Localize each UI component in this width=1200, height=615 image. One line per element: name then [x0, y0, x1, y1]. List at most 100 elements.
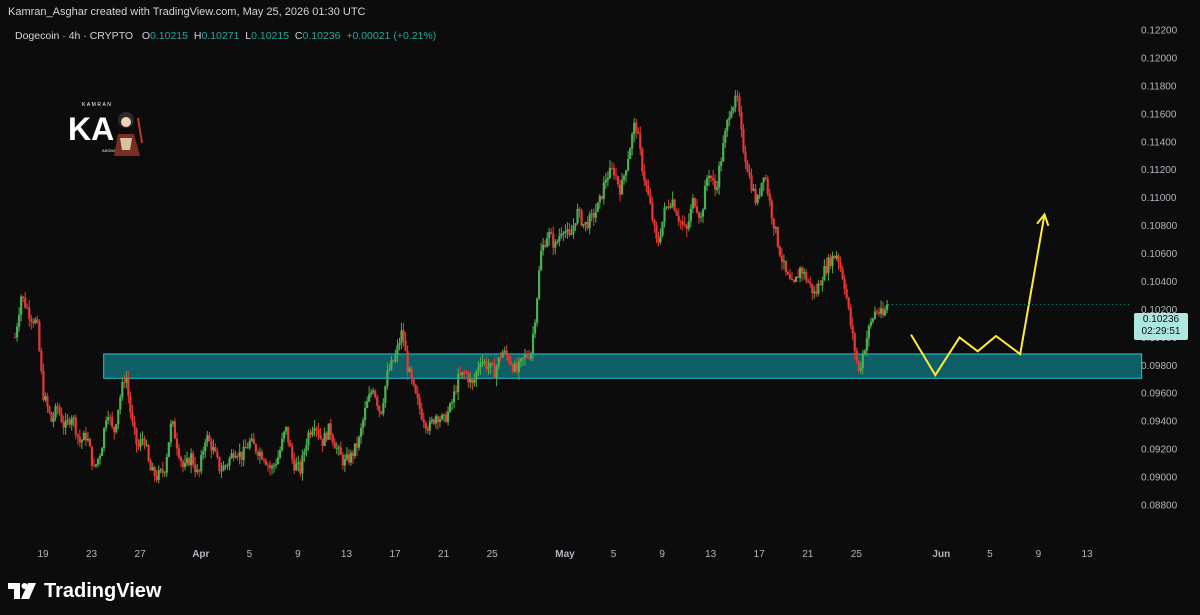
candle-body: [738, 96, 741, 112]
candle-body: [210, 440, 213, 451]
candle-body: [655, 225, 658, 239]
candle-body: [620, 179, 624, 195]
candle-body: [685, 225, 688, 229]
candle-body: [309, 432, 312, 435]
candle-body: [254, 444, 257, 452]
candle-body: [616, 176, 620, 185]
x-tick-label: 5: [247, 549, 253, 560]
y-tick-label: 0.09000: [1141, 473, 1178, 484]
candle-body: [167, 442, 170, 457]
candle-body: [578, 208, 581, 211]
candle-body: [24, 297, 27, 308]
candle-body: [117, 409, 120, 425]
candle-body: [538, 270, 541, 299]
candle-body: [325, 432, 328, 440]
candle-body: [121, 382, 124, 398]
candle-body: [841, 268, 844, 279]
candle-body: [287, 426, 290, 443]
candle-body: [792, 280, 796, 282]
candle-body: [262, 459, 266, 461]
candle-body: [32, 321, 35, 324]
x-tick-label: 27: [135, 549, 147, 560]
y-tick-label: 0.09400: [1141, 417, 1178, 428]
candle-body: [319, 434, 322, 439]
candle-body: [590, 213, 593, 215]
candle-body: [200, 454, 203, 472]
candle-body: [96, 458, 100, 465]
candle-body: [728, 117, 731, 121]
y-tick-label: 0.11200: [1141, 165, 1177, 176]
candle-body: [242, 446, 245, 460]
candle-body: [159, 469, 162, 471]
price-chart[interactable]: 0.12200 0.12000 0.11800 0.11600 0.11400 0.112…: [0, 0, 1200, 615]
candle-body: [799, 267, 802, 278]
candle-body: [663, 207, 666, 222]
candle-body: [730, 111, 733, 118]
x-tick-label: 13: [1081, 549, 1093, 560]
candle-body: [503, 350, 506, 353]
candle-body: [250, 438, 253, 441]
y-tick-label: 0.09600: [1141, 389, 1178, 400]
candle-body: [833, 255, 836, 259]
candle-body: [610, 167, 614, 169]
candle-body: [256, 451, 259, 456]
candle-body: [527, 357, 531, 359]
candle-body: [169, 423, 172, 443]
candle-body: [26, 307, 29, 309]
candle-body: [434, 416, 438, 424]
candle-body: [679, 221, 682, 223]
candle-body: [566, 229, 569, 232]
candle-body: [479, 363, 482, 368]
candle-body: [279, 449, 282, 458]
candle-body: [337, 447, 340, 449]
candle-body: [635, 122, 638, 132]
candle-body: [402, 330, 405, 341]
candle-body: [129, 395, 132, 413]
candle-body: [230, 453, 233, 459]
candle-body: [580, 210, 583, 226]
y-tick-label: 0.10800: [1141, 221, 1178, 232]
candle-body: [220, 470, 223, 472]
candle-body: [457, 373, 460, 393]
candle-body: [525, 354, 529, 358]
tradingview-logo[interactable]: TradingView: [8, 578, 161, 604]
candle-body: [517, 361, 520, 372]
candle-body: [161, 469, 164, 473]
candle-body: [78, 436, 81, 443]
x-tick-label: 5: [611, 549, 617, 560]
symbol-name[interactable]: Dogecoin · 4h · CRYPTO: [15, 30, 133, 42]
candle-body: [653, 220, 656, 226]
candle-body: [855, 350, 858, 361]
candle-body: [351, 452, 355, 457]
candle-body: [52, 417, 55, 422]
candle-body: [714, 180, 717, 190]
candle-body: [736, 95, 739, 97]
candle-body: [80, 440, 83, 443]
candle-body: [877, 312, 881, 314]
candle-body: [637, 131, 640, 134]
candle-body: [38, 321, 41, 351]
candle-body: [718, 165, 721, 188]
candle-body: [440, 414, 444, 420]
candle-body: [649, 194, 652, 204]
candle-body: [204, 442, 207, 452]
candle-body: [734, 95, 737, 108]
candle-body: [807, 280, 810, 283]
x-tick-label: 19: [37, 549, 49, 560]
candle-body: [477, 367, 480, 372]
candle-body: [843, 278, 846, 290]
candle-body: [817, 283, 820, 294]
candle-body: [831, 255, 834, 266]
candle-body: [774, 227, 777, 229]
candle-body: [687, 221, 690, 229]
candle-body: [44, 396, 47, 400]
candle-body: [76, 434, 79, 437]
candle-body: [659, 235, 662, 243]
candle-body: [181, 461, 185, 468]
symbol-info-bar: Dogecoin · 4h · CRYPTO O0.10215 H0.10271…: [15, 30, 436, 42]
candle-body: [762, 177, 765, 183]
candle-body: [103, 427, 106, 449]
candle-body: [268, 464, 272, 469]
candle-body: [849, 307, 852, 326]
candle-body: [151, 467, 154, 471]
